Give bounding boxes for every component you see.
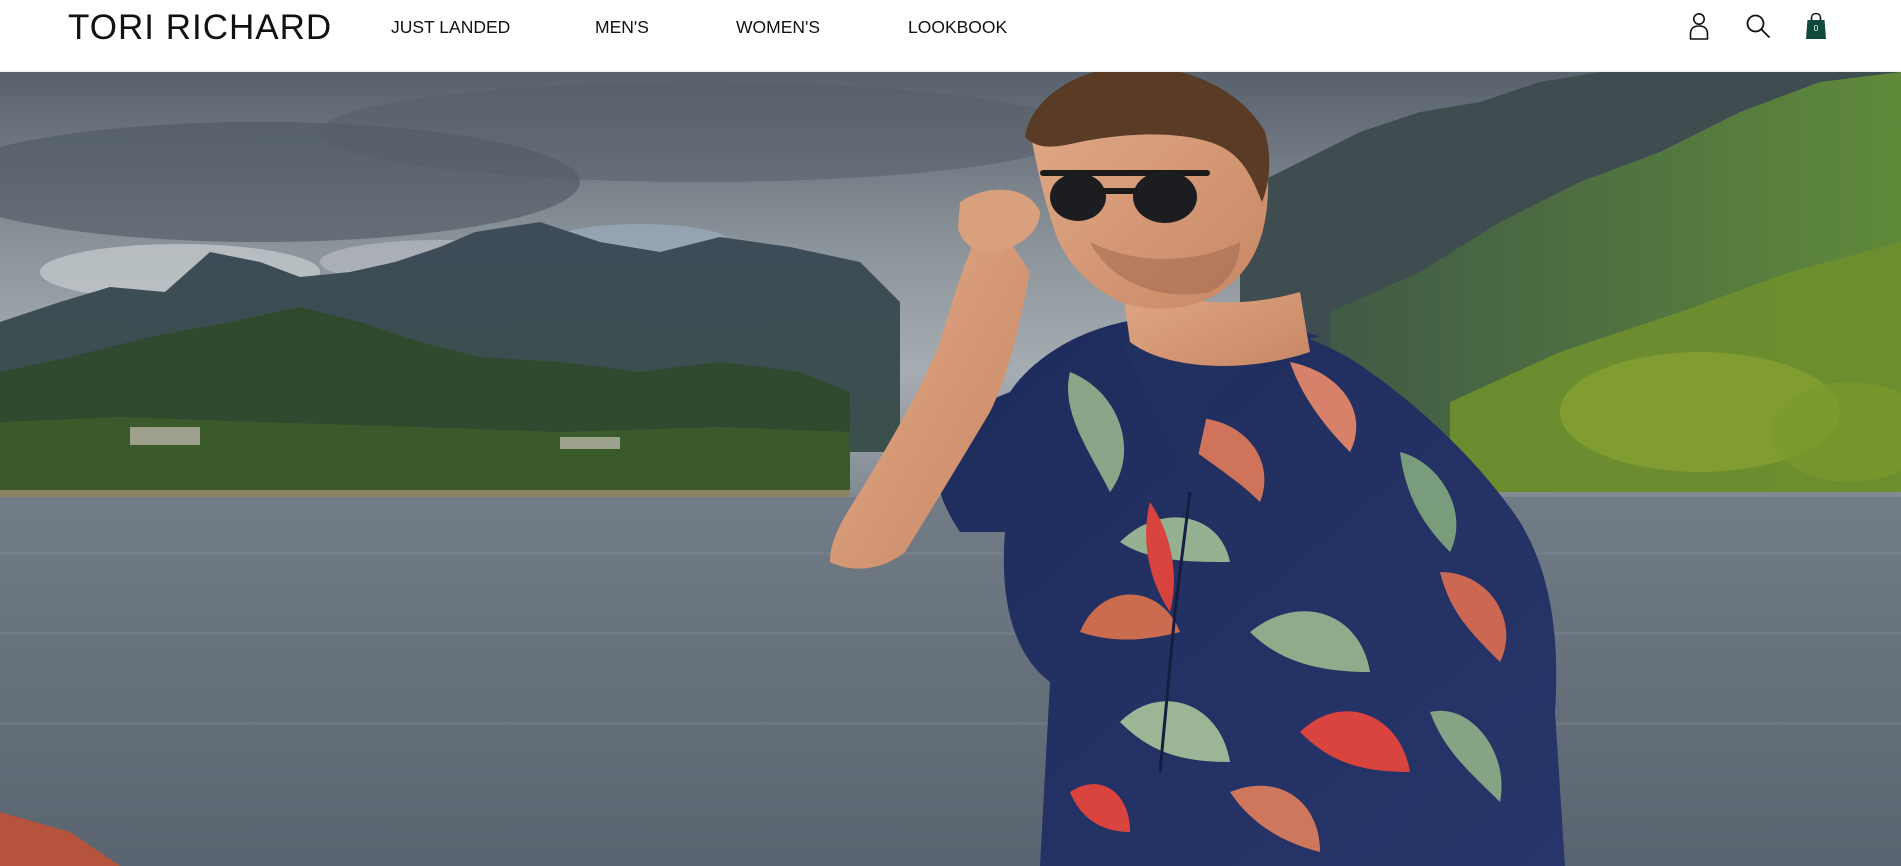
nav-item-lookbook[interactable]: LOOKBOOK — [908, 16, 1007, 38]
hero-banner[interactable] — [0, 72, 1901, 866]
hero-photo — [0, 72, 1901, 866]
nav-item-womens[interactable]: WOMEN'S — [736, 16, 820, 38]
brand-logo[interactable]: TORI RICHARD — [68, 9, 332, 47]
nav-item-mens[interactable]: MEN'S — [595, 16, 649, 38]
nav-item-just-landed[interactable]: JUST LANDED — [391, 16, 510, 38]
search-icon — [1744, 12, 1772, 45]
account-button[interactable] — [1683, 12, 1715, 44]
search-button[interactable] — [1742, 12, 1774, 44]
cart-count: 0 — [1813, 24, 1819, 33]
site-header: TORI RICHARD JUST LANDED MEN'S WOMEN'S L… — [0, 0, 1901, 72]
cart-button[interactable]: 0 — [1800, 12, 1832, 44]
account-icon — [1689, 12, 1709, 45]
